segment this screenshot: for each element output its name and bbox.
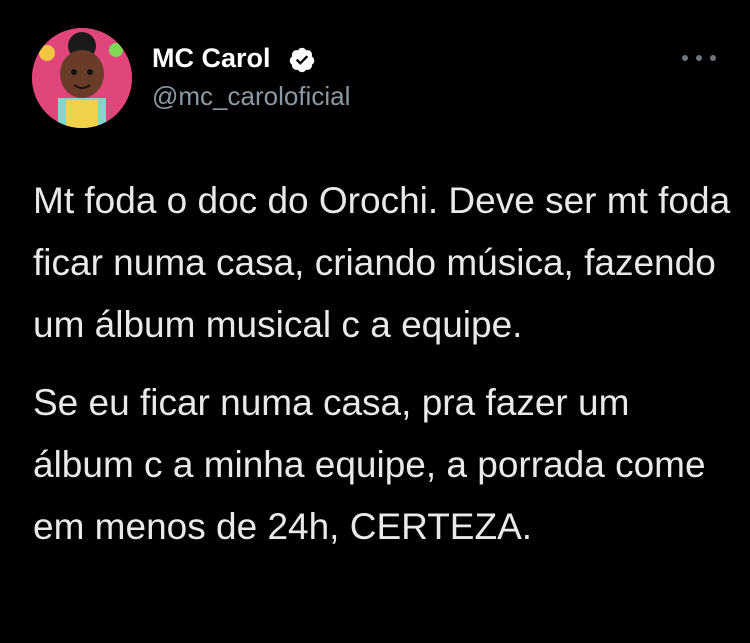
handle[interactable]: @mc_caroloficial bbox=[152, 80, 350, 112]
dot bbox=[710, 55, 716, 61]
tweet-paragraph: Mt foda o doc do Orochi. Deve ser mt fod… bbox=[33, 180, 731, 345]
tweet-card[interactable]: MC Carol @mc_caroloficial Mt foda o doc … bbox=[0, 0, 750, 643]
dot bbox=[696, 55, 702, 61]
dot bbox=[682, 55, 688, 61]
display-name[interactable]: MC Carol bbox=[152, 42, 271, 74]
avatar[interactable] bbox=[32, 28, 132, 128]
avatar-illustration bbox=[32, 28, 132, 128]
tweet-paragraph: Se eu ficar numa casa, pra fazer um álbu… bbox=[33, 382, 706, 547]
tweet-text: Mt foda o doc do Orochi. Deve ser mt fod… bbox=[33, 170, 733, 558]
verified-badge-icon bbox=[289, 47, 315, 73]
more-options-icon[interactable] bbox=[682, 48, 716, 68]
